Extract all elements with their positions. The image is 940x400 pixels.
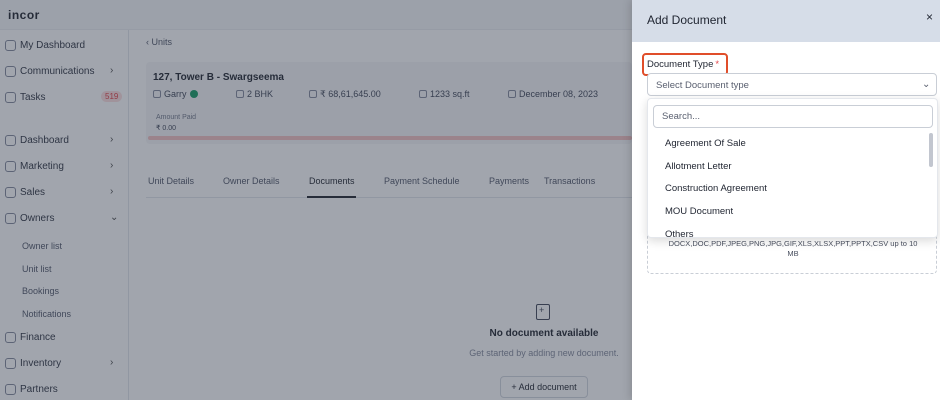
option-mou-document[interactable]: MOU Document [648, 201, 928, 223]
option-construction-agreement[interactable]: Construction Agreement [648, 178, 928, 200]
option-others[interactable]: Others [648, 224, 928, 238]
close-icon[interactable]: × [926, 10, 933, 24]
option-allotment-letter[interactable]: Allotment Letter [648, 156, 928, 178]
option-label: MOU Document [665, 206, 734, 217]
add-document-drawer: Add Document × Document Type * Select Doc… [632, 0, 940, 400]
document-type-dropdown: Agreement Of Sale Allotment Letter Const… [647, 98, 938, 238]
option-label: Agreement Of Sale [665, 138, 746, 149]
chevron-down-icon: ⌄ [922, 79, 931, 90]
option-agreement-of-sale[interactable]: Agreement Of Sale [648, 133, 928, 155]
drawer-title: Add Document [647, 13, 727, 27]
drawer-header: Add Document × [632, 0, 940, 42]
document-type-label-text: Document Type [647, 59, 714, 70]
option-label: Construction Agreement [665, 183, 767, 194]
document-type-select[interactable]: Select Document type ⌄ [647, 73, 937, 96]
option-label: Allotment Letter [665, 161, 732, 172]
dropdown-scrollbar[interactable] [929, 133, 933, 167]
upload-hint: DOCX,DOC,PDF,JPEG,PNG,JPG,GIF,XLS,XLSX,P… [668, 239, 918, 258]
document-type-select-value: Select Document type [656, 80, 749, 91]
dropdown-search-input[interactable] [653, 105, 933, 128]
document-type-label: Document Type * [647, 59, 719, 70]
option-label: Others [665, 229, 694, 238]
required-marker: * [715, 59, 720, 70]
modal-backdrop[interactable] [0, 0, 632, 400]
